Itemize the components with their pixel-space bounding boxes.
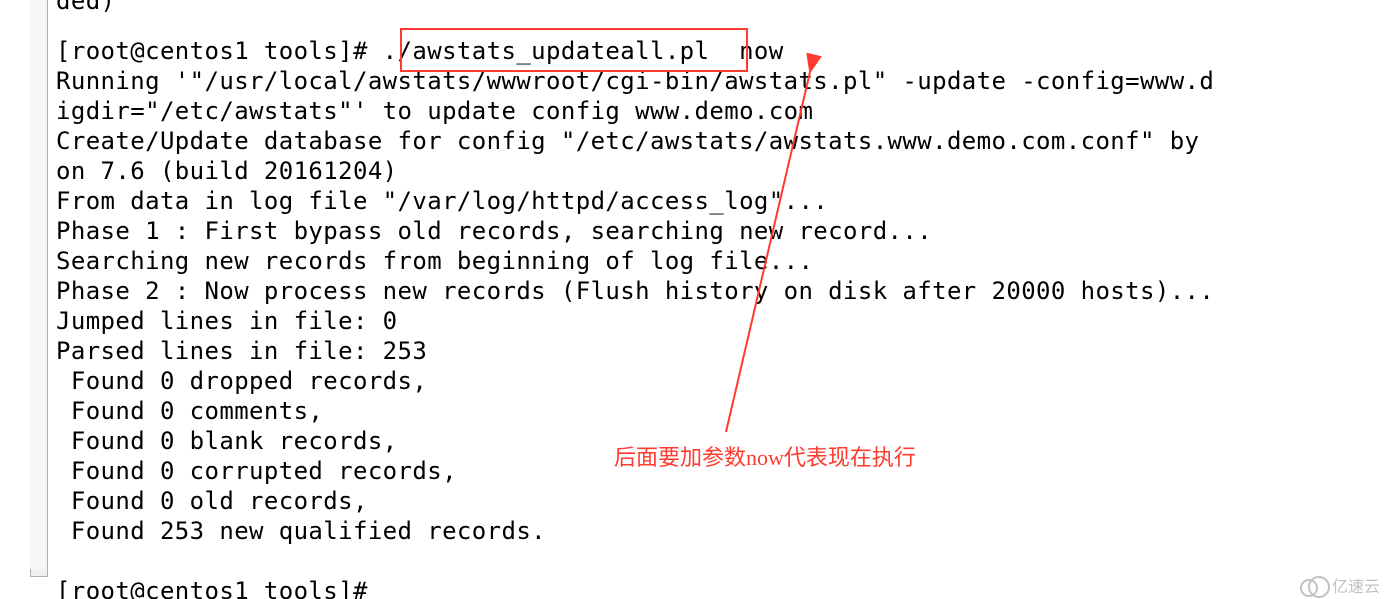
terminal-output-line: Phase 1 : First bypass old records, sear… [56, 216, 1386, 246]
terminal-output-line: Create/Update database for config "/etc/… [56, 126, 1386, 156]
terminal-output-line: Found 0 dropped records, [56, 366, 1386, 396]
terminal-output-line [56, 546, 1386, 576]
cloud-icon [1300, 576, 1328, 594]
terminal-output-line: Found 0 old records, [56, 486, 1386, 516]
watermark: 亿速云 [1300, 573, 1380, 597]
terminal-output-line: Phase 2 : Now process new records (Flush… [56, 276, 1386, 306]
gutter-resize-handle[interactable] [30, 569, 48, 577]
annotation-note: 后面要加参数now代表现在执行 [614, 440, 916, 472]
terminal-output-line: Found 253 new qualified records. [56, 516, 1386, 546]
terminal-prompt-line: [root@centos1 tools]# ./awstats_updateal… [56, 36, 1386, 66]
terminal-output-line: on 7.6 (build 20161204) [56, 156, 1386, 186]
terminal-output-line: igdir="/etc/awstats"' to update config w… [56, 96, 1386, 126]
terminal-output: [root@centos1 tools]# ./awstats_updateal… [56, 36, 1386, 599]
watermark-text: 亿速云 [1332, 573, 1380, 597]
terminal-prompt-line: [root@centos1 tools]# [56, 576, 1386, 599]
terminal-output-line: Jumped lines in file: 0 [56, 306, 1386, 336]
editor-gutter: ded) [30, 0, 48, 569]
terminal-output-line: Found 0 comments, [56, 396, 1386, 426]
terminal-output-line: From data in log file "/var/log/httpd/ac… [56, 186, 1386, 216]
partial-prev-line: ded) [56, 0, 115, 16]
terminal-output-line: Parsed lines in file: 253 [56, 336, 1386, 366]
terminal-output-line: Running '"/usr/local/awstats/wwwroot/cgi… [56, 66, 1386, 96]
terminal-output-line: Searching new records from beginning of … [56, 246, 1386, 276]
